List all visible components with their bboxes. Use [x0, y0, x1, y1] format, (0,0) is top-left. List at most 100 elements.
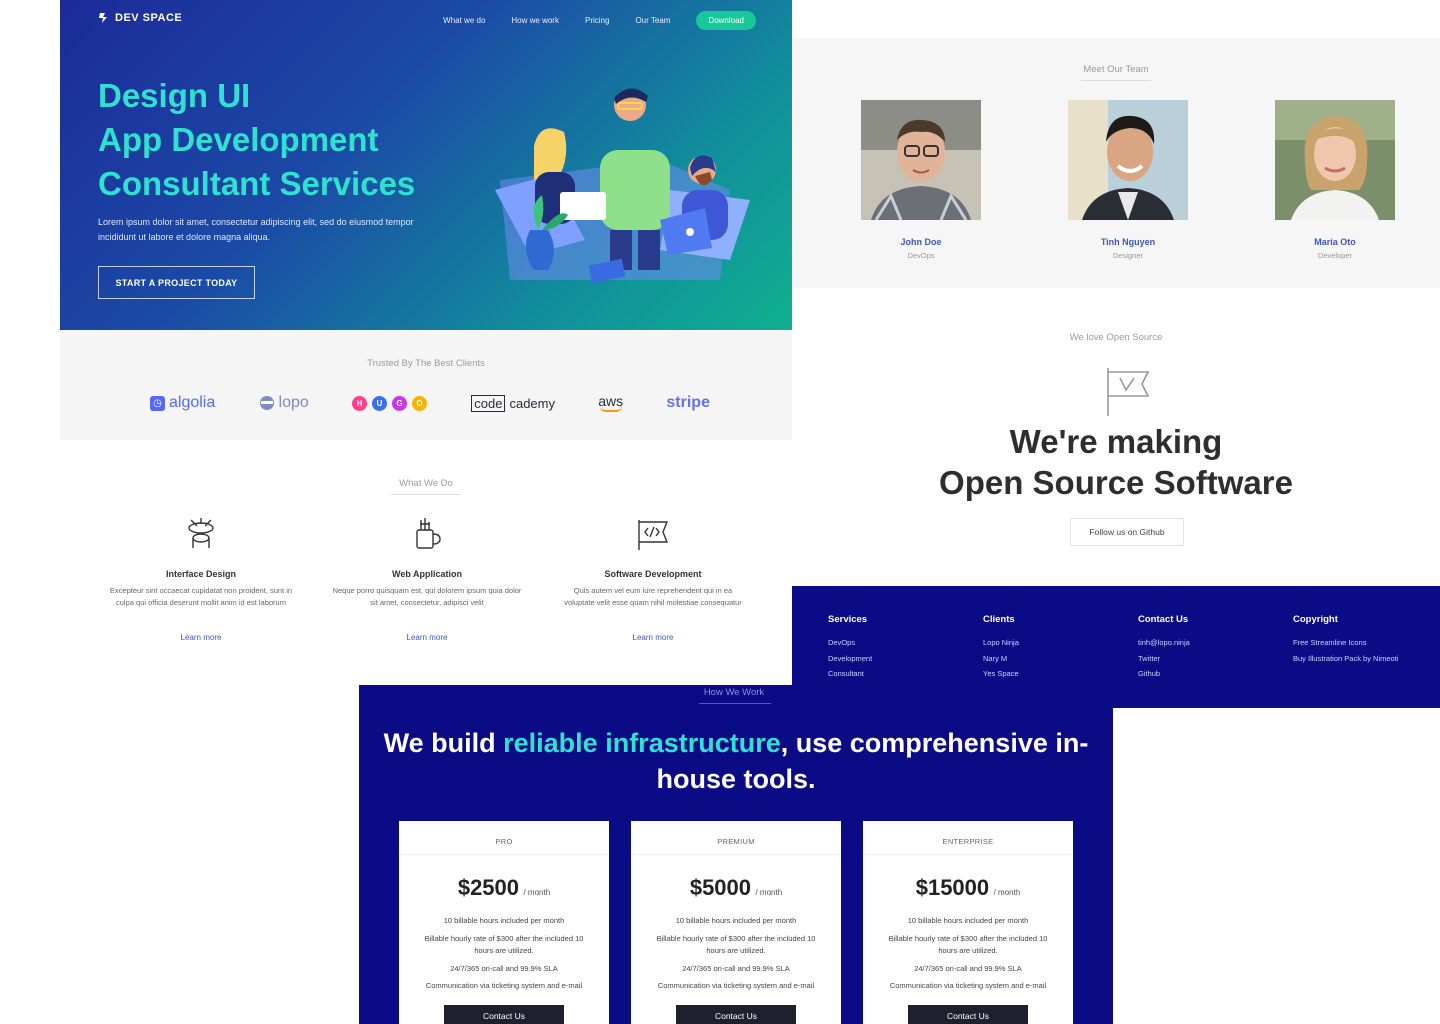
service-title: Software Development [604, 569, 702, 579]
avatar [1068, 100, 1188, 220]
plan-feature: Billable hourly rate of $300 after the i… [424, 933, 584, 956]
nav-item-our-team[interactable]: Our Team [635, 16, 670, 25]
plan-tier: PRO [495, 837, 513, 846]
footer-link[interactable]: Lopo Ninja [983, 635, 1133, 651]
code-flag-icon [638, 520, 669, 550]
footer-heading: Services [828, 614, 868, 625]
stripe-logo-text: stripe [666, 394, 710, 411]
plan-feature: 24/7/365 on-call and 99.9% SLA [914, 963, 1022, 973]
section-divider [1081, 80, 1151, 81]
footer-link[interactable]: Development [828, 651, 978, 667]
services-section: What We Do Interface Design Excepteur si… [60, 440, 792, 685]
code-flag-icon [1107, 368, 1150, 416]
plan-tier: ENTERPRISE [942, 837, 994, 846]
codecademy-logo[interactable]: code cademy [471, 394, 555, 412]
clients-section: Trusted By The Best Clients ◷ algolia lo… [60, 330, 792, 440]
open-source-title-line: We're making [1009, 423, 1223, 460]
algolia-logo-text: algolia [169, 394, 216, 411]
plan-feature: 10 billable hours included per month [443, 916, 565, 925]
brand-name: DEV SPACE [115, 12, 183, 24]
nav-item-how-we-work[interactable]: How we work [511, 16, 559, 25]
footer-link[interactable]: tinh@lopo.ninja [1138, 635, 1288, 651]
lopo-logo-text: lopo [278, 394, 309, 411]
footer-link[interactable]: Github [1138, 666, 1288, 682]
services-label: What We Do [399, 478, 453, 489]
footer-link[interactable]: Buy Illustration Pack by Nimeoti [1293, 651, 1440, 667]
learn-more-link[interactable]: Learn more [558, 633, 748, 642]
stopwatch-icon: ◷ [150, 395, 165, 411]
hero-title-line: App Development [98, 121, 379, 158]
plan-price-amount: $15000 [915, 875, 990, 900]
client-logos: ◷ algolia lopo H U G O code cademy aws st… [150, 394, 710, 412]
member-name: Tinh Nguyen [1100, 237, 1156, 247]
plan-feature: 24/7/365 on-call and 99.9% SLA [450, 963, 558, 973]
card-divider [399, 854, 609, 855]
lopo-logo[interactable]: lopo [259, 394, 309, 412]
plan-price-period: / month [993, 888, 1021, 897]
hero-title: Design UI App Development Consultant Ser… [98, 74, 415, 206]
web-application-icon [416, 518, 441, 549]
follow-github-button[interactable]: Follow us on Github [1070, 518, 1184, 546]
hero-title-line: Design UI [98, 77, 251, 114]
footer-link[interactable]: DevOps [828, 635, 978, 651]
learn-more-link[interactable]: Learn more [106, 633, 296, 642]
footer-link[interactable]: Nary M [983, 651, 1133, 667]
hugo-letter: U [372, 395, 388, 411]
pricing-title: We build reliable infrastructure, use co… [359, 725, 1113, 797]
hero-section: DEV SPACE What we do How we work Pricing… [60, 0, 792, 330]
team-member-card: John Doe DevOps [861, 100, 981, 260]
footer-link[interactable]: Twitter [1138, 651, 1288, 667]
plan-tier: PREMIUM [717, 837, 755, 846]
service-title: Interface Design [165, 569, 237, 579]
stripe-logo[interactable]: stripe [666, 394, 710, 412]
plan-feature: 10 billable hours included per month [675, 916, 797, 925]
footer-heading: Clients [983, 614, 1015, 625]
card-divider [863, 854, 1073, 855]
footer-link[interactable]: Yes Space [983, 666, 1133, 682]
nav-item-what-we-do[interactable]: What we do [443, 16, 485, 25]
download-button[interactable]: Download [696, 11, 756, 30]
contact-us-button[interactable]: Contact Us [444, 1005, 564, 1024]
footer-column-contact: Contact Us tinh@lopo.ninja Twitter Githu… [1138, 614, 1288, 682]
brand[interactable]: DEV SPACE [98, 12, 182, 24]
footer-heading: Contact Us [1138, 614, 1189, 625]
aws-logo[interactable]: aws [598, 394, 623, 412]
clients-label: Trusted By The Best Clients [367, 358, 485, 369]
open-source-title-line: Open Source Software [939, 464, 1293, 501]
service-title: Web Application [391, 569, 462, 579]
open-source-label: We love Open Source [1069, 332, 1163, 343]
member-role: DevOps [907, 251, 935, 260]
brand-logo-icon [99, 13, 107, 23]
aws-smile-icon [599, 406, 622, 412]
plan-price: $2500 / month [399, 875, 609, 901]
footer-column-services: Services DevOps Development Consultant [828, 614, 978, 682]
algolia-logo[interactable]: ◷ algolia [150, 394, 215, 412]
member-name: Maria Oto [1314, 237, 1356, 247]
pricing-card-premium: PREMIUM $5000 / month 10 billable hours … [631, 821, 841, 1024]
footer-link[interactable]: Consultant [828, 666, 978, 682]
member-role: Developer [1317, 251, 1353, 260]
hero-title-line: Consultant Services [98, 165, 416, 202]
codecademy-logo-cademy: cademy [509, 395, 555, 411]
plan-price-amount: $5000 [689, 875, 752, 900]
plan-feature: Billable hourly rate of $300 after the i… [888, 933, 1048, 956]
team-label: Meet Our Team [1083, 64, 1149, 75]
footer-link[interactable]: Free Streamline Icons [1293, 635, 1440, 651]
section-divider [391, 494, 461, 495]
avatar [861, 100, 981, 221]
pricing-title-highlight: reliable infrastructure [503, 728, 781, 758]
hugo-letter: G [392, 395, 408, 411]
service-description: Quis autem vel eum iure reprehenderit qu… [564, 586, 742, 607]
nav-item-pricing[interactable]: Pricing [585, 16, 609, 25]
team-section: Meet Our Team John Doe DevOps Tinh Nguye… [792, 38, 1440, 288]
contact-us-button[interactable]: Contact Us [676, 1005, 796, 1024]
learn-more-link[interactable]: Learn more [332, 633, 522, 642]
plan-price: $5000 / month [631, 875, 841, 901]
service-card-web-application: Web Application Neque porro quisquam est… [332, 516, 522, 642]
start-project-button[interactable]: START A PROJECT TODAY [98, 266, 255, 299]
ninja-icon [259, 396, 274, 410]
plan-price: $15000 / month [863, 875, 1073, 901]
contact-us-button[interactable]: Contact Us [908, 1005, 1028, 1024]
hugo-logo[interactable]: H U G O [352, 395, 428, 411]
plan-price-amount: $2500 [457, 875, 520, 900]
